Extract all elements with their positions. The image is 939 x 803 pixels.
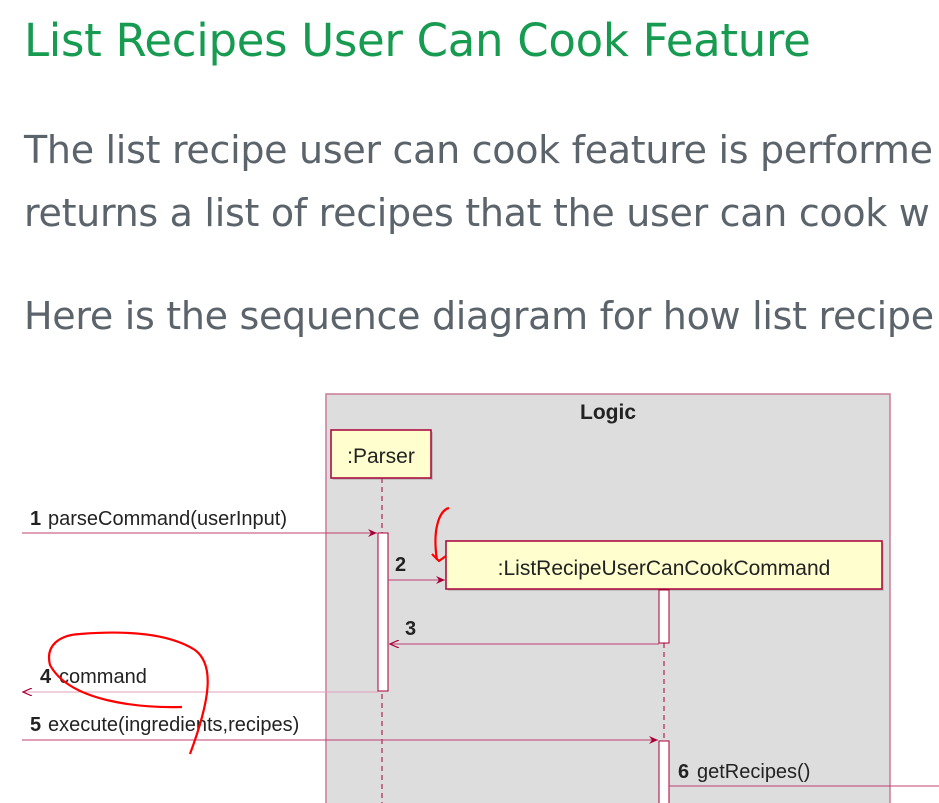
message-3-num: 3	[405, 618, 416, 640]
message-6-num: 6	[678, 761, 689, 783]
frame-label: Logic	[580, 401, 636, 424]
message-2-num: 2	[395, 554, 406, 576]
message-4-num: 4	[40, 666, 52, 688]
message-4-label: command	[59, 666, 147, 688]
message-5-label: execute(ingredients,recipes)	[48, 714, 299, 736]
parser-label: :Parser	[347, 445, 415, 468]
command-label: :ListRecipeUserCanCookCommand	[498, 557, 831, 580]
parser-activation	[377, 532, 389, 692]
message-6-label: getRecipes()	[697, 761, 810, 783]
message-5-num: 5	[30, 714, 41, 736]
message-1-num: 1	[30, 508, 41, 530]
sequence-diagram: Logic :Parser :ListRecipeUserCanCookComm…	[22, 393, 939, 803]
command-activation	[658, 740, 670, 803]
message-1-label: parseCommand(userInput)	[48, 508, 287, 530]
command-activation	[658, 589, 670, 644]
